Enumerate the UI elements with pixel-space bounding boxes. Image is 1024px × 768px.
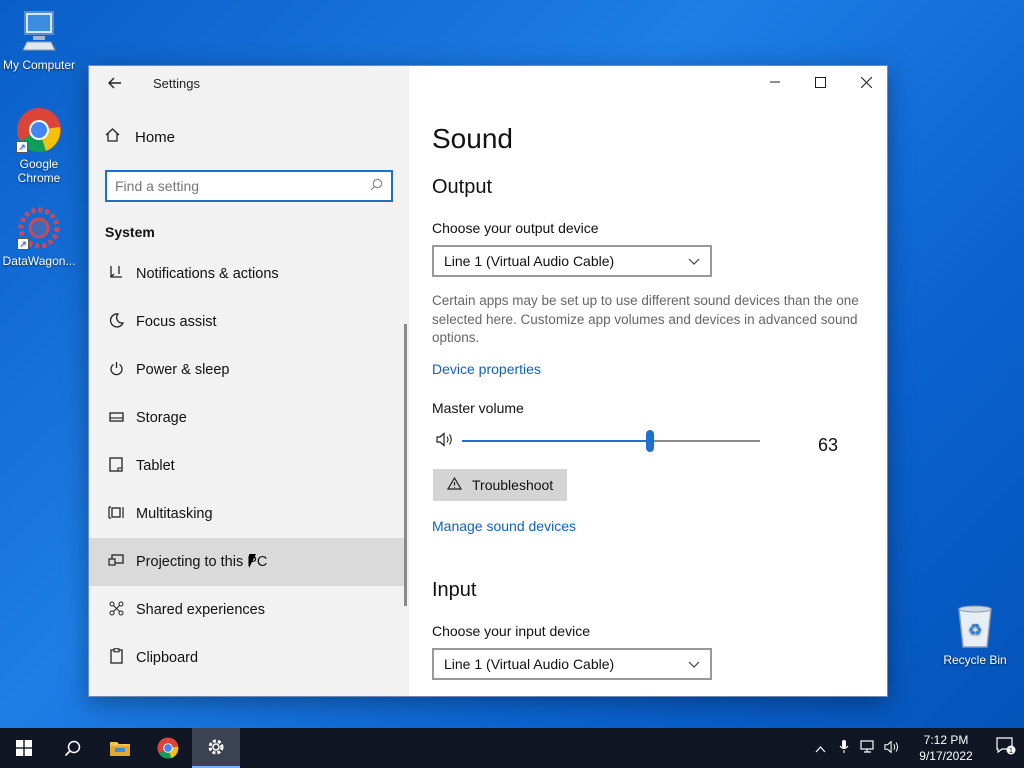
output-description: Certain apps may be set up to use differ… [432, 293, 859, 345]
volume-slider-thumb[interactable] [645, 430, 654, 452]
desktop-icon-label: DataWagon... [2, 254, 76, 268]
microphone-icon[interactable] [832, 739, 856, 757]
manage-sound-devices-link[interactable]: Manage sound devices [432, 518, 576, 534]
volume-value: 63 [818, 435, 839, 455]
search-input[interactable]: Find a setting [105, 170, 393, 202]
troubleshoot-label: Troubleshoot [472, 477, 554, 493]
nav-item-tablet[interactable]: Tablet [89, 442, 407, 490]
nav-item-projecting[interactable]: Projecting to this PC [89, 538, 407, 586]
search-icon[interactable] [48, 728, 96, 768]
nav-item-label: Notifications & actions [136, 266, 279, 282]
speaker-icon[interactable] [436, 432, 454, 451]
storage-icon [105, 410, 127, 427]
master-volume-label: Master volume [432, 400, 524, 416]
nav-item-label: Clipboard [136, 650, 199, 666]
nav-item-label: Projecting to this PC [136, 554, 268, 570]
nav-home-label: Home [135, 128, 176, 146]
notification-count: 1 [1009, 747, 1013, 755]
warning-icon [446, 476, 463, 493]
input-device-value: Line 1 (Virtual Audio Cable) [444, 656, 615, 672]
chevron-down-icon [688, 657, 700, 671]
nav-item-multitasking[interactable]: Multitasking [89, 490, 407, 538]
settings-nav-pane: Settings Home Find a setting System Noti… [89, 66, 409, 696]
home-icon [105, 128, 127, 146]
nav-scrollbar[interactable] [404, 324, 407, 606]
settings-window: Settings Home Find a setting System Noti… [88, 65, 888, 697]
start-button[interactable] [0, 728, 48, 768]
nav-item-label: Tablet [136, 458, 175, 474]
input-device-label: Choose your input device [432, 623, 590, 639]
chevron-down-icon [688, 254, 700, 268]
shortcut-arrow-icon: ↗ [17, 238, 29, 250]
clock[interactable]: 7:12 PM 9/17/2022 [904, 732, 988, 764]
desktop-icon-my-computer[interactable]: My Computer [1, 10, 77, 72]
chrome-icon[interactable] [144, 728, 192, 768]
title-bar-left: Settings [89, 66, 409, 100]
multitasking-icon [105, 505, 127, 524]
chevron-up-icon[interactable] [808, 741, 832, 756]
nav-item-label: Multitasking [136, 506, 213, 522]
nav-item-focus-assist[interactable]: Focus assist [89, 298, 407, 346]
app-title: Settings [153, 75, 200, 91]
search-placeholder: Find a setting [115, 178, 200, 194]
troubleshoot-button[interactable]: Troubleshoot [433, 469, 568, 501]
output-heading: Output [432, 176, 493, 198]
nav-home[interactable]: Home [105, 128, 175, 146]
shared-icon [105, 601, 127, 620]
svg-text:♻: ♻ [968, 620, 982, 639]
search-icon [370, 178, 383, 194]
desktop-icon-label: Recycle Bin [943, 653, 1007, 667]
output-device-value: Line 1 (Virtual Audio Cable) [444, 253, 615, 269]
datawagon-icon: ↗ [17, 206, 61, 250]
nav-item-shared-experiences[interactable]: Shared experiences [89, 586, 407, 634]
file-explorer-icon[interactable] [96, 728, 144, 768]
nav-item-storage[interactable]: Storage [89, 394, 407, 442]
input-device-dropdown[interactable]: Line 1 (Virtual Audio Cable) [432, 648, 712, 680]
nav-item-label: Shared experiences [136, 602, 265, 618]
input-heading: Input [432, 579, 477, 601]
desktop-icon-datawagon[interactable]: ↗ DataWagon... [1, 206, 77, 268]
device-properties-link[interactable]: Device properties [432, 361, 541, 377]
moon-icon [105, 312, 127, 332]
projecting-icon [105, 553, 127, 571]
notification-center-icon[interactable]: 1 [988, 736, 1024, 760]
nav-item-clipboard[interactable]: Clipboard [89, 634, 407, 682]
recycle-bin-icon: ♻ [955, 603, 995, 649]
nav-list: Notifications & actions Focus assist Pow… [89, 250, 407, 682]
system-tray: 7:12 PM 9/17/2022 1 [808, 728, 1024, 768]
output-device-dropdown[interactable]: Line 1 (Virtual Audio Cable) [432, 245, 712, 277]
desktop-icon-label: My Computer [2, 58, 76, 72]
nav-section-title: System [105, 224, 155, 240]
desktop-icon-recycle-bin[interactable]: ♻ Recycle Bin [937, 603, 1013, 667]
volume-slider-fill [462, 440, 650, 442]
nav-item-label: Storage [136, 410, 187, 426]
output-device-label: Choose your output device [432, 220, 599, 236]
shortcut-arrow-icon: ↗ [16, 141, 28, 153]
volume-tray-icon[interactable] [880, 739, 904, 757]
notifications-icon [105, 265, 127, 284]
network-icon[interactable] [856, 739, 880, 757]
mouse-cursor-icon [249, 554, 263, 568]
nav-item-label: Power & sleep [136, 362, 230, 378]
taskbar: 7:12 PM 9/17/2022 1 [0, 728, 1024, 768]
clock-time: 7:12 PM [923, 733, 969, 747]
settings-taskbar-gear-icon[interactable] [192, 728, 240, 768]
nav-item-power-sleep[interactable]: Power & sleep [89, 346, 407, 394]
clipboard-icon [105, 648, 127, 668]
tablet-icon [105, 456, 127, 476]
nav-item-notifications[interactable]: Notifications & actions [89, 250, 407, 298]
page-title: Sound [432, 123, 513, 154]
desktop-icon-google-chrome[interactable]: ↗ Google Chrome [1, 107, 77, 185]
back-arrow-icon[interactable] [105, 73, 125, 93]
clock-date: 9/17/2022 [919, 749, 973, 763]
chrome-icon: ↗ [16, 107, 62, 153]
sound-content-pane: Sound Output Choose your output device L… [432, 66, 872, 696]
computer-icon [19, 10, 59, 54]
power-icon [105, 361, 127, 380]
nav-item-label: Focus assist [136, 314, 217, 330]
desktop-icon-label: Google Chrome [17, 157, 61, 185]
